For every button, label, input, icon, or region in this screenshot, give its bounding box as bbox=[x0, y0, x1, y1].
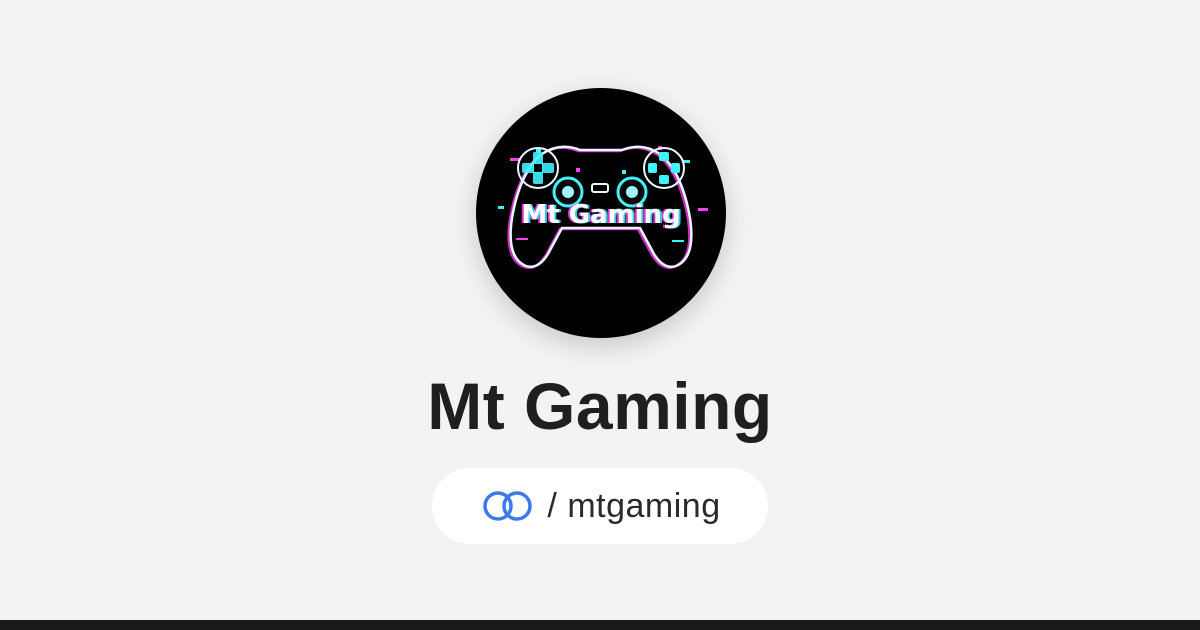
dpad bbox=[517, 147, 559, 189]
profile-handle-link[interactable]: / mtgaming bbox=[432, 468, 768, 544]
link-rings-icon bbox=[483, 491, 533, 521]
face-buttons bbox=[643, 147, 685, 189]
handle-separator: / bbox=[547, 486, 558, 525]
profile-avatar: Mt Gaming Mt Gaming Mt Gaming bbox=[476, 88, 726, 338]
svg-text:Mt Gaming: Mt Gaming bbox=[521, 200, 680, 230]
gamepad-logo-icon: Mt Gaming Mt Gaming Mt Gaming bbox=[498, 145, 708, 269]
handle-text: mtgaming bbox=[567, 486, 721, 525]
profile-name: Mt Gaming bbox=[427, 369, 773, 443]
bottom-bar bbox=[0, 620, 1200, 630]
logo-wordmark: Mt Gaming Mt Gaming Mt Gaming bbox=[519, 200, 682, 230]
